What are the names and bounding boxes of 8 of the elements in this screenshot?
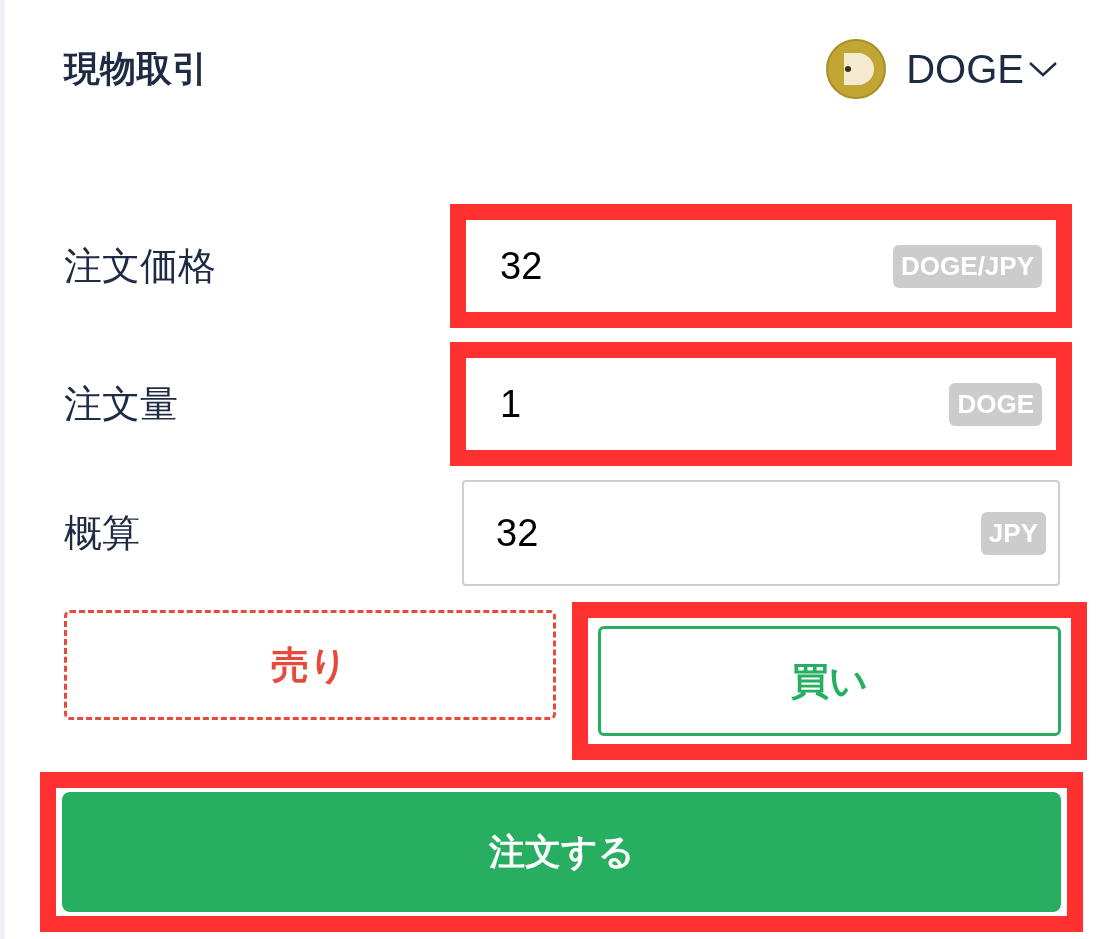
caret-icon xyxy=(1028,61,1058,77)
field-label: 注文量 xyxy=(64,381,179,427)
sell-button[interactable]: 売り xyxy=(64,610,556,720)
coin-icon xyxy=(826,39,887,99)
field-label: 概算 xyxy=(64,510,141,556)
page-title: 現物取引 xyxy=(64,46,208,91)
field-label: 注文価格 xyxy=(64,243,217,289)
coin-selector[interactable]: DOGE xyxy=(826,39,1058,99)
